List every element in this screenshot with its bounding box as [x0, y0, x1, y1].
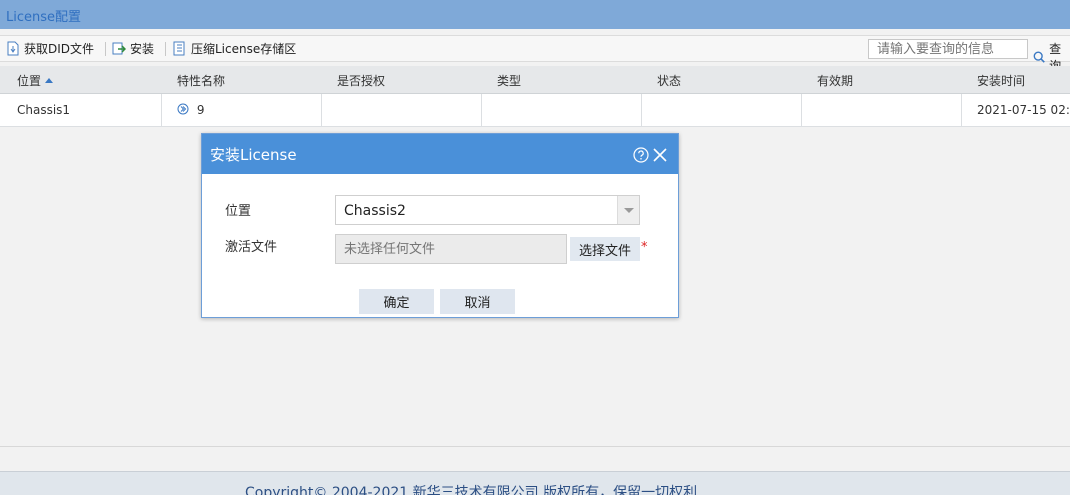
compress-icon: [173, 41, 185, 56]
chevron-down-icon: [624, 208, 634, 213]
expand-icon[interactable]: [177, 103, 189, 115]
install-icon: [112, 42, 126, 55]
column-header-type[interactable]: 类型: [497, 72, 521, 89]
cell-install-time: 2021-07-15 02:1: [977, 103, 1070, 117]
cell-type: [482, 94, 642, 127]
column-header-validity[interactable]: 有效期: [817, 72, 853, 89]
get-did-label: 获取DID文件: [24, 42, 95, 56]
install-label: 安装: [130, 42, 155, 56]
cell-authorized: [322, 94, 482, 127]
install-license-dialog: 安装License 位置 Chassis2 激活文件 选择文件 * 确定 取消: [201, 133, 679, 318]
required-mark: *: [641, 240, 648, 255]
select-arrow-button[interactable]: [617, 196, 639, 224]
cell-location: Chassis1: [0, 94, 162, 127]
cell-status: [642, 94, 802, 127]
toolbar-divider: [165, 42, 166, 56]
choose-file-button[interactable]: 选择文件: [570, 237, 640, 261]
dialog-header: 安装License: [202, 134, 678, 174]
compress-storage-button[interactable]: 压缩License存储区: [173, 40, 296, 57]
cell-validity: [802, 94, 962, 127]
toolbar: 获取DID文件 安装 压缩License存储区 查询: [0, 35, 1070, 73]
cell-feature: 9: [162, 94, 322, 127]
column-header-feature[interactable]: 特性名称: [177, 72, 225, 89]
page-footer: Copyright© 2004-2021 新华三技术有限公司 版权所有，保留一切…: [0, 471, 1070, 495]
column-header-status[interactable]: 状态: [657, 72, 681, 89]
activation-file-field[interactable]: [335, 234, 567, 264]
location-select[interactable]: Chassis2: [335, 195, 640, 225]
window-title: License配置: [6, 10, 82, 25]
window-title-bar: License配置: [0, 0, 1070, 29]
dialog-title: 安装License: [210, 146, 297, 164]
close-icon[interactable]: [652, 147, 668, 163]
table-footer: [0, 447, 1070, 471]
column-header-authorized[interactable]: 是否授权: [337, 72, 385, 89]
column-header-install-time[interactable]: 安装时间: [977, 72, 1025, 89]
search-icon: [1033, 51, 1045, 63]
install-button[interactable]: 安装: [112, 40, 154, 57]
column-header-location[interactable]: 位置: [17, 72, 54, 89]
sort-ascending-icon: [45, 78, 54, 83]
table-row[interactable]: Chassis1 9 2021-07-15 02:1: [0, 94, 1070, 127]
table-header: 位置 特性名称 是否授权 类型 状态 有效期 安装时间: [0, 66, 1070, 94]
search-input[interactable]: [868, 39, 1028, 59]
get-did-button[interactable]: 获取DID文件: [6, 40, 94, 57]
location-label: 位置: [225, 204, 252, 219]
compress-label: 压缩License存储区: [191, 42, 297, 56]
feature-name: 9: [196, 103, 205, 117]
cancel-button[interactable]: 取消: [440, 289, 515, 314]
ok-button[interactable]: 确定: [359, 289, 434, 314]
help-icon[interactable]: [633, 147, 649, 163]
document-download-icon: [7, 41, 19, 56]
toolbar-divider: [105, 42, 106, 56]
copyright-text: Copyright© 2004-2021 新华三技术有限公司 版权所有，保留一切…: [245, 485, 698, 495]
location-select-value: Chassis2: [344, 203, 406, 219]
activation-file-label: 激活文件: [225, 240, 278, 255]
